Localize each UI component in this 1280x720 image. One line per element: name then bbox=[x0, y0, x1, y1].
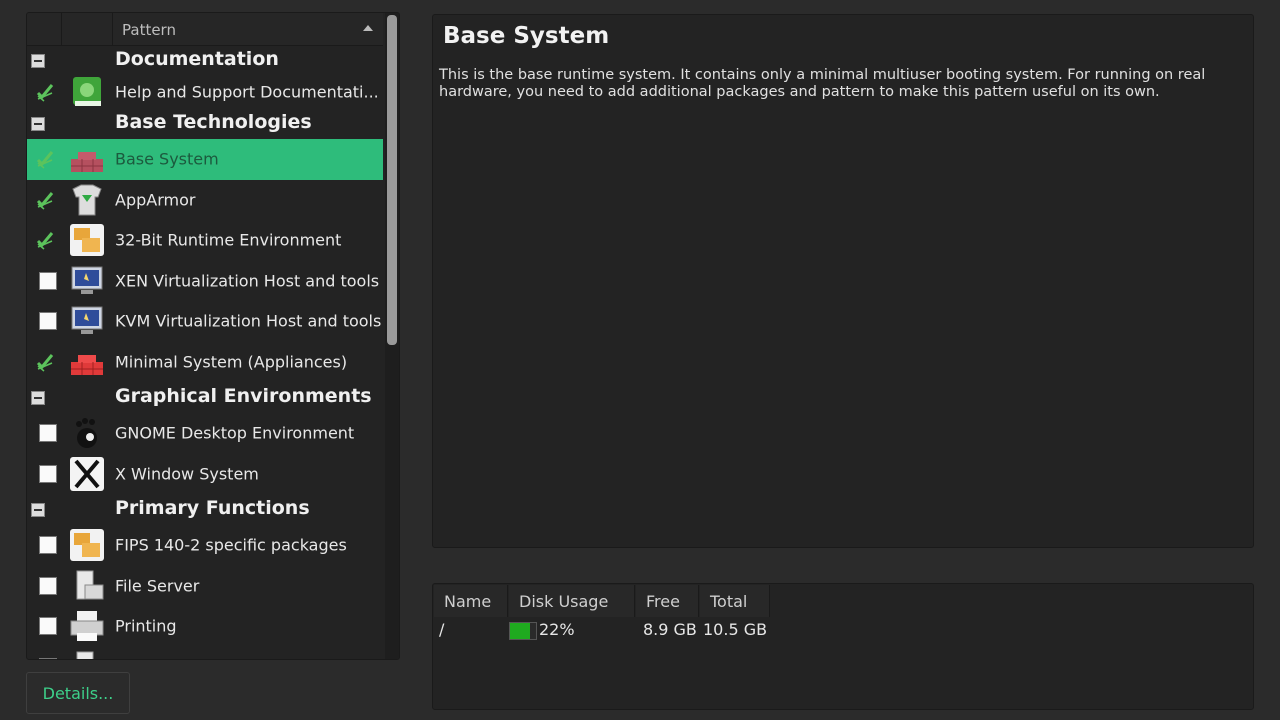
disk-usage-bar bbox=[509, 622, 537, 640]
pattern-name: Base System bbox=[115, 149, 219, 169]
pattern-row[interactable]: Base System bbox=[27, 139, 383, 180]
description-panel: Base System This is the base runtime sys… bbox=[432, 14, 1254, 548]
collapse-icon[interactable] bbox=[31, 117, 45, 131]
installed-check-icon[interactable] bbox=[35, 352, 55, 372]
category-title: Primary Functions bbox=[115, 497, 310, 519]
packages-icon bbox=[69, 528, 105, 562]
pattern-row[interactable]: FIPS 140-2 specific packages bbox=[27, 525, 383, 566]
column-total[interactable]: Total bbox=[700, 585, 770, 617]
pattern-name: KVM Virtualization Host and tools bbox=[115, 311, 382, 331]
monitor-icon bbox=[69, 264, 105, 298]
pattern-row[interactable]: GNOME Desktop Environment bbox=[27, 413, 383, 454]
list-scrollbar[interactable] bbox=[385, 13, 399, 659]
collapse-icon[interactable] bbox=[31, 54, 45, 68]
pattern-checkbox[interactable] bbox=[39, 617, 57, 636]
book-icon bbox=[69, 75, 105, 109]
pattern-row[interactable]: Minimal System (Appliances) bbox=[27, 342, 383, 383]
pattern-checkbox[interactable] bbox=[39, 576, 57, 595]
status-column-header[interactable] bbox=[27, 13, 62, 45]
x-logo-icon bbox=[69, 456, 105, 491]
pattern-checkbox[interactable] bbox=[39, 657, 57, 659]
pattern-name: GNOME Desktop Environment bbox=[115, 423, 355, 443]
pattern-row[interactable]: Printing bbox=[27, 606, 383, 647]
bricks-icon bbox=[69, 142, 105, 176]
installed-check-icon[interactable] bbox=[35, 190, 55, 210]
pattern-row[interactable]: Mail and News Server bbox=[27, 647, 383, 659]
category-row[interactable]: Primary Functions bbox=[27, 494, 383, 525]
category-row[interactable]: Documentation bbox=[27, 45, 383, 76]
disk-name: / bbox=[439, 620, 445, 639]
pattern-list[interactable]: Pattern Documentation Help and Support Do… bbox=[26, 12, 400, 660]
disk-free: 8.9 GB bbox=[643, 620, 697, 639]
disk-total: 10.5 GB bbox=[703, 620, 768, 639]
pattern-checkbox[interactable] bbox=[39, 464, 57, 483]
category-row[interactable]: Base Technologies bbox=[27, 108, 383, 139]
red-bricks-icon bbox=[69, 345, 105, 379]
pattern-checkbox[interactable] bbox=[39, 271, 57, 290]
packages-icon bbox=[69, 223, 105, 257]
pattern-title: Base System bbox=[443, 23, 610, 49]
pattern-name: Mail and News Server bbox=[115, 657, 289, 659]
category-title: Graphical Environments bbox=[115, 385, 372, 407]
gnome-foot-icon bbox=[69, 416, 105, 450]
pattern-row[interactable]: XEN Virtualization Host and tools bbox=[27, 261, 383, 302]
pattern-row[interactable]: Help and Support Documentati... bbox=[27, 76, 383, 108]
column-name[interactable]: Name bbox=[434, 585, 508, 617]
printer-icon bbox=[69, 609, 105, 643]
server-icon bbox=[69, 569, 105, 603]
monitor-icon bbox=[69, 304, 105, 338]
pattern-name: 32-Bit Runtime Environment bbox=[115, 230, 342, 250]
sort-ascending-icon[interactable] bbox=[363, 25, 373, 31]
pattern-checkbox[interactable] bbox=[39, 312, 57, 331]
pattern-name: XEN Virtualization Host and tools bbox=[115, 271, 380, 291]
server-icon bbox=[69, 650, 105, 659]
pattern-checkbox[interactable] bbox=[39, 536, 57, 555]
disk-usage-table: Name Disk Usage Free Total / 22% 8.9 GB … bbox=[432, 583, 1254, 710]
installed-check-icon[interactable] bbox=[35, 230, 55, 250]
pattern-name: X Window System bbox=[115, 464, 259, 484]
column-disk-usage[interactable]: Disk Usage bbox=[509, 585, 635, 617]
pattern-row[interactable]: X Window System bbox=[27, 454, 383, 495]
pattern-name: AppArmor bbox=[115, 190, 196, 210]
installed-check-icon[interactable] bbox=[35, 149, 55, 169]
pattern-name: FIPS 140-2 specific packages bbox=[115, 535, 347, 555]
pattern-row[interactable]: AppArmor bbox=[27, 180, 383, 221]
pattern-name: Printing bbox=[115, 616, 177, 636]
pattern-row[interactable]: 32-Bit Runtime Environment bbox=[27, 220, 383, 261]
shield-shirt-icon bbox=[69, 183, 105, 217]
pattern-description: This is the base runtime system. It cont… bbox=[439, 67, 1206, 100]
pattern-rows: Documentation Help and Support Documentat… bbox=[27, 45, 383, 659]
collapse-icon[interactable] bbox=[31, 391, 45, 405]
disk-usage-fill bbox=[510, 623, 531, 639]
pattern-column-header[interactable]: Pattern bbox=[122, 21, 176, 39]
details-button[interactable]: Details... bbox=[26, 672, 130, 714]
pattern-list-header: Pattern bbox=[27, 13, 383, 46]
column-free[interactable]: Free bbox=[636, 585, 699, 617]
pattern-checkbox[interactable] bbox=[39, 424, 57, 443]
scrollbar-thumb[interactable] bbox=[387, 15, 397, 345]
pattern-name: File Server bbox=[115, 576, 200, 596]
pattern-name: Help and Support Documentati... bbox=[115, 82, 379, 102]
category-title: Base Technologies bbox=[115, 111, 312, 133]
category-row[interactable]: Graphical Environments bbox=[27, 382, 383, 413]
disk-usage-percent: 22% bbox=[539, 620, 575, 639]
pattern-row[interactable]: File Server bbox=[27, 566, 383, 607]
installed-check-icon[interactable] bbox=[35, 82, 55, 102]
icon-column-header[interactable] bbox=[62, 13, 113, 45]
pattern-row[interactable]: KVM Virtualization Host and tools bbox=[27, 301, 383, 342]
category-title: Documentation bbox=[115, 48, 279, 70]
pattern-name: Minimal System (Appliances) bbox=[115, 352, 348, 372]
collapse-icon[interactable] bbox=[31, 503, 45, 517]
